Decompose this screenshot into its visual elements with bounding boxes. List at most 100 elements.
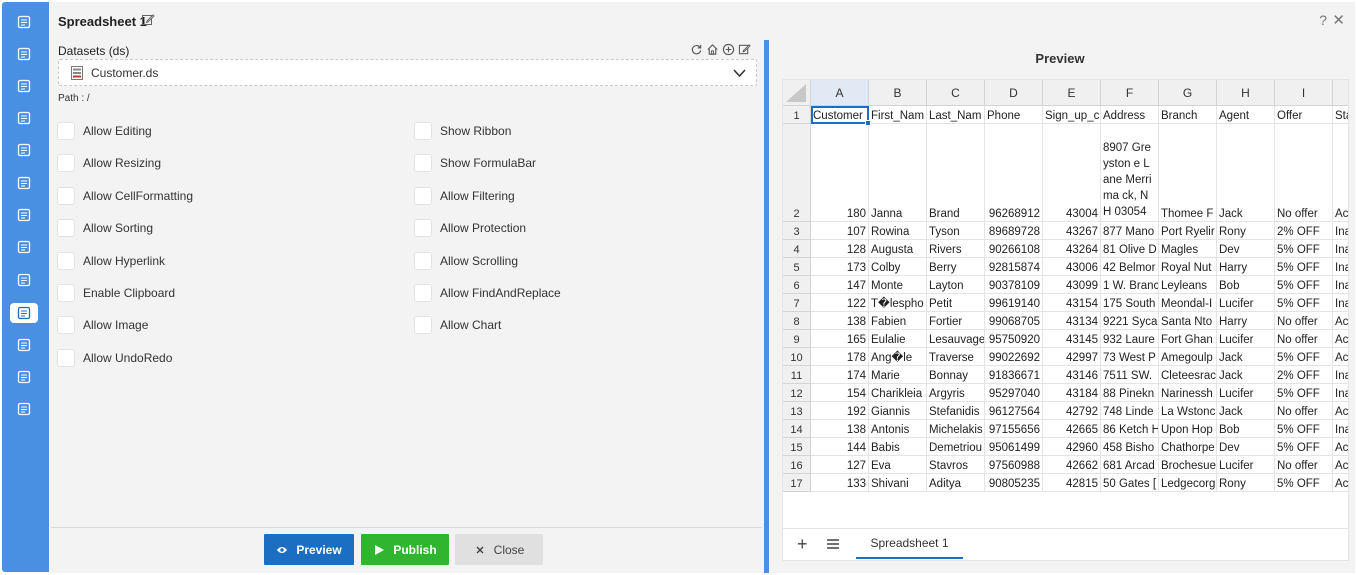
table-cell[interactable]: Janna (869, 124, 927, 222)
rail-item-tree[interactable] (10, 367, 38, 387)
table-cell[interactable]: 43264 (1043, 240, 1101, 258)
table-cell[interactable]: Ac (1333, 456, 1348, 474)
table-cell[interactable]: 107 (811, 222, 869, 240)
rail-item-id-card[interactable] (10, 173, 38, 193)
option-allow-chart[interactable]: Allow Chart (414, 315, 501, 335)
checkbox[interactable] (414, 251, 432, 270)
table-cell[interactable]: 42815 (1043, 474, 1101, 492)
row-header[interactable]: 7 (783, 294, 811, 312)
table-cell[interactable]: 90378109 (985, 276, 1043, 294)
table-cell[interactable]: 877 Mano (1101, 222, 1159, 240)
table-cell[interactable]: 175 South (1101, 294, 1159, 312)
table-cell[interactable]: 127 (811, 456, 869, 474)
table-cell[interactable]: Ina (1333, 240, 1348, 258)
table-cell[interactable]: 5% OFF (1275, 348, 1333, 366)
spreadsheet-grid[interactable]: A B C D E F G H I 1 Customer First_Nam Last_Nam Phone… (782, 79, 1349, 529)
table-cell[interactable]: Sign_up_c (1043, 106, 1101, 124)
table-cell[interactable]: Lucifer (1217, 384, 1275, 402)
table-cell[interactable]: Branch (1159, 106, 1217, 124)
table-cell[interactable]: Ina (1333, 294, 1348, 312)
table-cell[interactable]: Ang�le (869, 348, 927, 366)
row-header[interactable]: 13 (783, 402, 811, 420)
table-cell[interactable]: 43145 (1043, 330, 1101, 348)
table-cell[interactable]: Ledgecorg (1159, 474, 1217, 492)
column-header[interactable] (1333, 80, 1348, 106)
table-cell[interactable]: Ina (1333, 276, 1348, 294)
table-cell[interactable]: Ac (1333, 330, 1348, 348)
table-cell[interactable]: 42997 (1043, 348, 1101, 366)
table-cell[interactable]: No offer (1275, 124, 1333, 222)
close-button[interactable]: Close (455, 534, 543, 565)
table-cell[interactable]: Rony (1217, 474, 1275, 492)
row-header[interactable]: 17 (783, 474, 811, 492)
table-cell[interactable]: Cleteesrac (1159, 366, 1217, 384)
option-allow-scrolling[interactable]: Allow Scrolling (414, 251, 518, 271)
table-cell[interactable]: Address (1101, 106, 1159, 124)
table-cell[interactable]: Augusta (869, 240, 927, 258)
table-cell[interactable]: 5% OFF (1275, 294, 1333, 312)
table-cell[interactable]: Upon Hop (1159, 420, 1217, 438)
table-cell[interactable]: 2% OFF (1275, 366, 1333, 384)
rail-item-word-document[interactable] (10, 335, 38, 355)
table-cell[interactable]: Fabien (869, 312, 927, 330)
rail-item-image[interactable] (10, 237, 38, 257)
table-cell[interactable]: 458 Bisho (1101, 438, 1159, 456)
rail-item-login[interactable] (10, 12, 38, 32)
table-cell[interactable]: Giannis (869, 402, 927, 420)
table-cell[interactable]: Jack (1217, 124, 1275, 222)
option-show-ribbon[interactable]: Show Ribbon (414, 121, 511, 141)
table-cell[interactable]: 81 Olive D (1101, 240, 1159, 258)
preview-button[interactable]: Preview (264, 534, 354, 565)
row-header[interactable]: 5 (783, 258, 811, 276)
table-cell[interactable]: Babis (869, 438, 927, 456)
table-cell[interactable]: 5% OFF (1275, 384, 1333, 402)
add-sheet-icon[interactable]: + (797, 535, 808, 553)
table-cell[interactable]: No offer (1275, 330, 1333, 348)
table-cell[interactable]: Sta (1333, 106, 1348, 124)
checkbox[interactable] (57, 122, 75, 140)
row-header[interactable]: 12 (783, 384, 811, 402)
checkbox[interactable] (57, 348, 75, 367)
table-cell[interactable]: 95297040 (985, 384, 1043, 402)
table-cell[interactable]: Stefanidis (927, 402, 985, 420)
table-cell[interactable]: 122 (811, 294, 869, 312)
table-cell[interactable]: Fortier (927, 312, 985, 330)
table-cell[interactable]: 43146 (1043, 366, 1101, 384)
table-cell[interactable]: Agent (1217, 106, 1275, 124)
table-cell[interactable]: 90805235 (985, 474, 1043, 492)
table-cell[interactable]: First_Nam (869, 106, 927, 124)
table-cell[interactable]: Jack (1217, 348, 1275, 366)
table-cell[interactable]: 5% OFF (1275, 438, 1333, 456)
table-cell[interactable]: 1 W. Branc (1101, 276, 1159, 294)
table-cell[interactable]: Argyris (927, 384, 985, 402)
table-cell[interactable]: 2% OFF (1275, 222, 1333, 240)
table-cell[interactable]: 154 (811, 384, 869, 402)
table-cell[interactable]: 7511 SW. (1101, 366, 1159, 384)
row-header[interactable]: 1 (783, 106, 811, 124)
rail-item-analytics[interactable] (10, 399, 38, 419)
table-cell[interactable]: 42665 (1043, 420, 1101, 438)
table-cell[interactable]: 178 (811, 348, 869, 366)
table-cell[interactable]: Ac (1333, 124, 1348, 222)
table-cell[interactable]: Jack (1217, 366, 1275, 384)
table-cell[interactable]: Jack (1217, 402, 1275, 420)
table-cell[interactable]: 97560988 (985, 456, 1043, 474)
table-cell[interactable]: Petit (927, 294, 985, 312)
table-cell[interactable]: 99022692 (985, 348, 1043, 366)
table-cell[interactable]: Harry (1217, 312, 1275, 330)
table-cell[interactable]: Shivani (869, 474, 927, 492)
table-cell[interactable]: Aditya (927, 474, 985, 492)
row-header[interactable]: 11 (783, 366, 811, 384)
select-all-corner[interactable] (783, 80, 811, 106)
rail-item-code-braces[interactable] (10, 205, 38, 225)
rail-item-report[interactable] (10, 44, 38, 64)
rail-item-spreadsheet[interactable] (10, 303, 38, 323)
table-cell[interactable]: 144 (811, 438, 869, 456)
row-header[interactable]: 16 (783, 456, 811, 474)
table-cell[interactable]: Leyleans (1159, 276, 1217, 294)
table-cell[interactable]: T�lespho (869, 294, 927, 312)
table-cell[interactable]: 95750920 (985, 330, 1043, 348)
sheet-tab[interactable]: Spreadsheet 1 (856, 529, 963, 559)
table-cell[interactable]: 89689728 (985, 222, 1043, 240)
checkbox[interactable] (414, 316, 432, 335)
